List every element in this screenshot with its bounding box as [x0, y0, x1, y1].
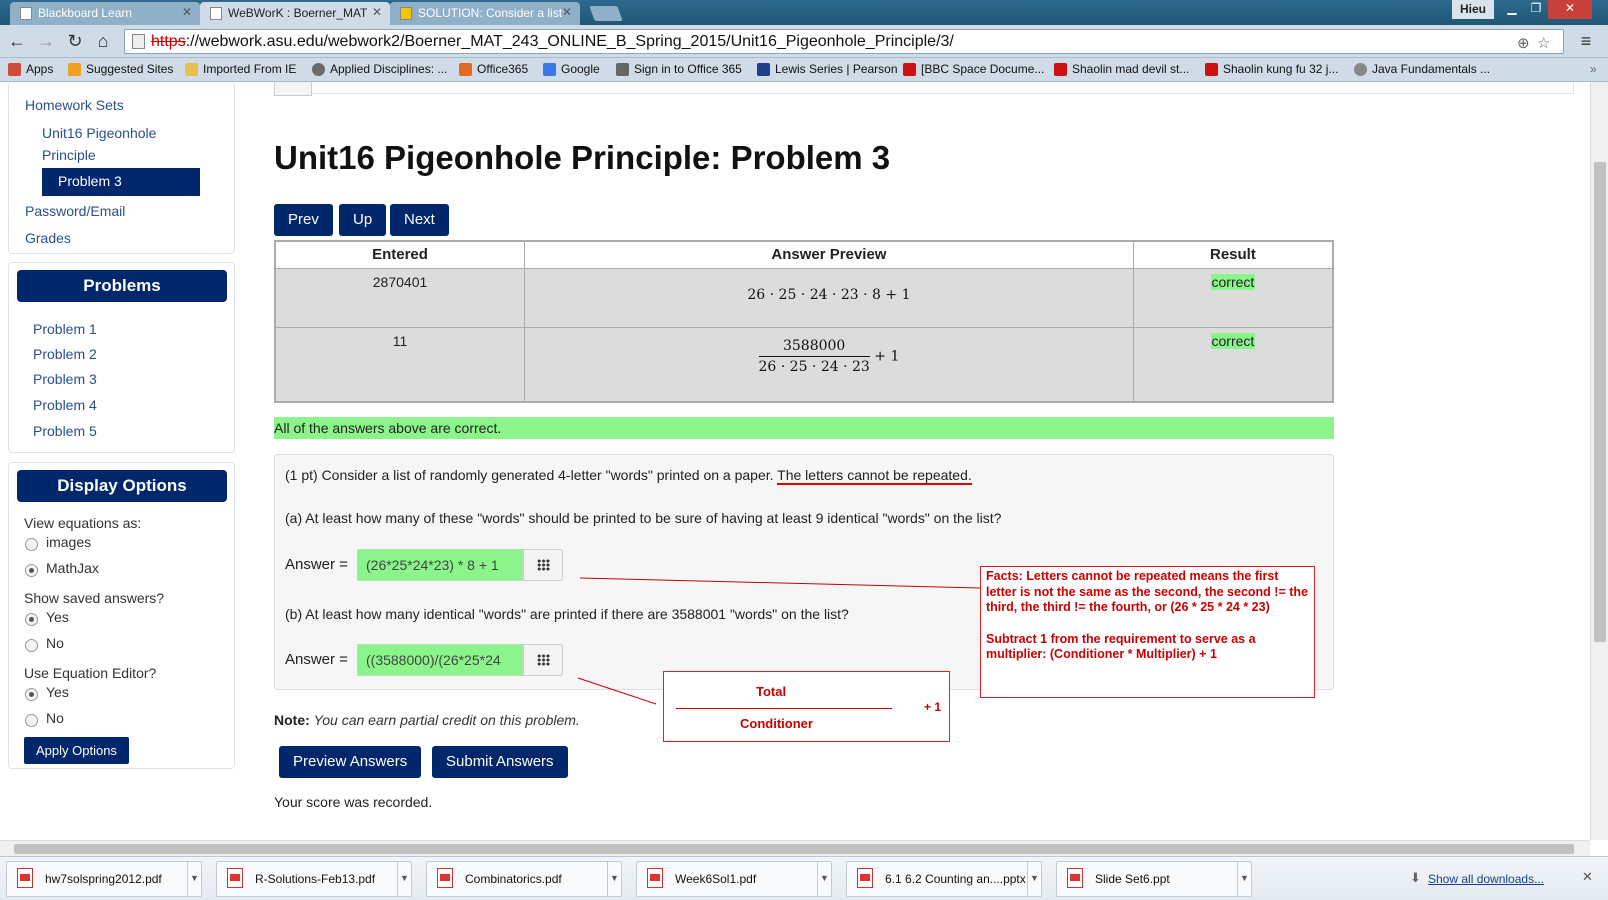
vertical-scrollbar[interactable]	[1590, 82, 1608, 840]
download-item[interactable]: Week6Sol1.pdf ▼	[636, 861, 832, 897]
pdf-file-icon	[437, 868, 453, 888]
download-item[interactable]: Slide Set6.ppt ▼	[1056, 861, 1252, 897]
pdf-file-icon	[647, 868, 663, 888]
chevron-down-icon[interactable]: ▼	[1027, 862, 1041, 896]
plus-one-label: + 1	[924, 700, 942, 714]
facts-paragraph-1: Facts: Letters cannot be repeated means …	[986, 569, 1308, 614]
chevron-down-icon[interactable]: ▼	[397, 862, 411, 896]
show-all-downloads-link[interactable]: Show all downloads...	[1428, 872, 1544, 886]
chevron-down-icon[interactable]: ▼	[1237, 862, 1251, 896]
total-leader-line	[577, 677, 657, 705]
pdf-file-icon	[17, 868, 33, 888]
facts-leader-line	[579, 577, 981, 589]
total-annotation: Total + 1 Conditioner	[663, 671, 950, 742]
annotation-lines	[577, 577, 981, 705]
download-item[interactable]: Combinatorics.pdf ▼	[426, 861, 622, 897]
scroll-thumb[interactable]	[14, 844, 1574, 854]
close-icon[interactable]: ✕	[1582, 869, 1593, 885]
facts-paragraph-2: Subtract 1 from the requirement to serve…	[986, 631, 1256, 662]
fraction-bar	[676, 708, 892, 709]
chevron-down-icon[interactable]: ▼	[817, 862, 831, 896]
conditioner-label: Conditioner	[740, 716, 813, 731]
download-item[interactable]: 6.1 6.2 Counting an....pptx ▼	[846, 861, 1042, 897]
pptx-file-icon	[857, 868, 873, 888]
download-arrow-icon: ⬇	[1410, 870, 1421, 885]
download-bar: hw7solspring2012.pdf ▼ R-Solutions-Feb13.…	[0, 856, 1608, 900]
ppt-file-icon	[1067, 868, 1083, 888]
scroll-thumb[interactable]	[1594, 162, 1606, 642]
total-label: Total	[756, 684, 787, 699]
chevron-down-icon[interactable]: ▼	[607, 862, 621, 896]
chevron-down-icon[interactable]: ▼	[187, 862, 201, 896]
pdf-file-icon	[227, 868, 243, 888]
horizontal-scrollbar[interactable]	[0, 840, 1590, 856]
download-item[interactable]: hw7solspring2012.pdf ▼	[6, 861, 202, 897]
download-item[interactable]: R-Solutions-Feb13.pdf ▼	[216, 861, 412, 897]
facts-annotation: Facts: Letters cannot be repeated means …	[980, 566, 1315, 698]
